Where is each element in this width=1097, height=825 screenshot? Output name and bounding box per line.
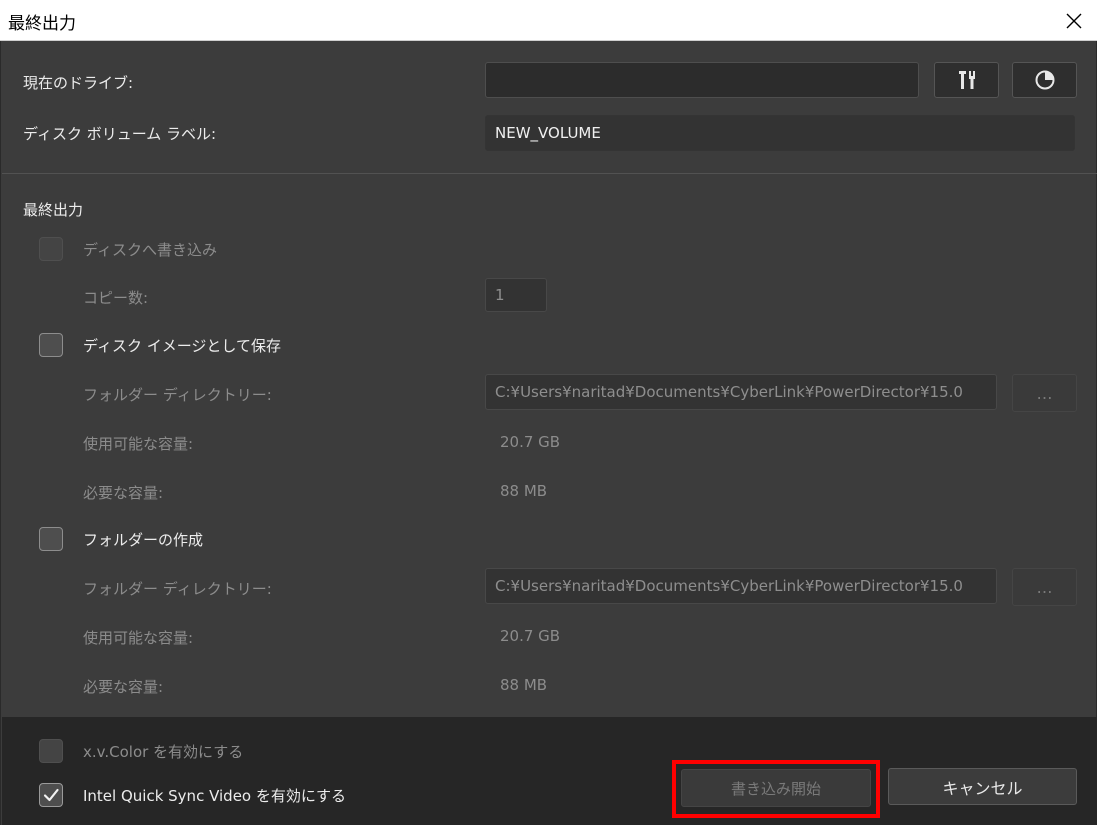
image-required-value: 88 MB: [500, 482, 548, 500]
copies-label: コピー数:: [83, 289, 149, 307]
checkmark-icon: [43, 788, 59, 802]
drive-select[interactable]: [485, 62, 919, 98]
section-divider: [2, 173, 1097, 174]
window-title: 最終出力: [8, 14, 76, 34]
folder-available-value: 20.7 GB: [500, 627, 561, 645]
tools-icon: [958, 71, 975, 89]
save-image-checkbox[interactable]: [39, 333, 63, 357]
volume-label-input[interactable]: NEW_VOLUME: [485, 115, 1075, 151]
burn-to-disc-label: ディスクへ書き込み: [83, 241, 217, 259]
save-image-label: ディスク イメージとして保存: [83, 337, 281, 355]
close-button[interactable]: [1051, 0, 1097, 41]
folder-available-label: 使用可能な容量:: [83, 629, 194, 647]
folder-required-label: 必要な容量:: [83, 678, 164, 696]
quicksync-label: Intel Quick Sync Video を有効にする: [83, 787, 347, 805]
image-folder-input[interactable]: C:¥Users¥naritad¥Documents¥CyberLink¥Pow…: [485, 374, 997, 410]
volume-label: ディスク ボリューム ラベル:: [23, 125, 217, 143]
burn-to-disc-checkbox[interactable]: [39, 237, 63, 261]
more-icon: …: [1036, 577, 1053, 597]
dialog-footer: x.v.Color を有効にする Intel Quick Sync Video …: [2, 717, 1097, 825]
drive-settings-button[interactable]: [934, 62, 999, 98]
cancel-button[interactable]: キャンセル: [888, 768, 1077, 805]
folder-directory-browse-button[interactable]: …: [1012, 568, 1077, 606]
create-folder-checkbox[interactable]: [39, 527, 63, 551]
burn-dialog: 現在のドライブ: ディスク ボリューム ラベル: NEW_VOLUME 最終出力…: [0, 41, 1097, 825]
image-folder-label: フォルダー ディレクトリー:: [83, 386, 272, 404]
copies-input[interactable]: 1: [485, 278, 547, 312]
disc-info-button[interactable]: [1012, 62, 1077, 98]
folder-directory-input[interactable]: C:¥Users¥naritad¥Documents¥CyberLink¥Pow…: [485, 568, 997, 604]
quicksync-checkbox[interactable]: [39, 783, 63, 807]
image-required-label: 必要な容量:: [83, 484, 164, 502]
image-available-label: 使用可能な容量:: [83, 435, 194, 453]
disc-info-icon: [1035, 70, 1054, 90]
output-heading: 最終出力: [23, 201, 84, 219]
folder-required-value: 88 MB: [500, 676, 548, 694]
image-available-value: 20.7 GB: [500, 433, 561, 451]
start-burn-button[interactable]: 書き込み開始: [681, 769, 871, 807]
xvcolor-label: x.v.Color を有効にする: [83, 743, 244, 761]
close-icon: [1066, 13, 1082, 28]
folder-directory-label: フォルダー ディレクトリー:: [83, 580, 272, 598]
more-icon: …: [1036, 383, 1053, 403]
image-folder-browse-button[interactable]: …: [1012, 374, 1077, 412]
title-bar: 最終出力: [0, 0, 1097, 41]
xvcolor-checkbox[interactable]: [39, 739, 63, 763]
drive-label: 現在のドライブ:: [23, 74, 134, 92]
create-folder-label: フォルダーの作成: [83, 531, 204, 549]
